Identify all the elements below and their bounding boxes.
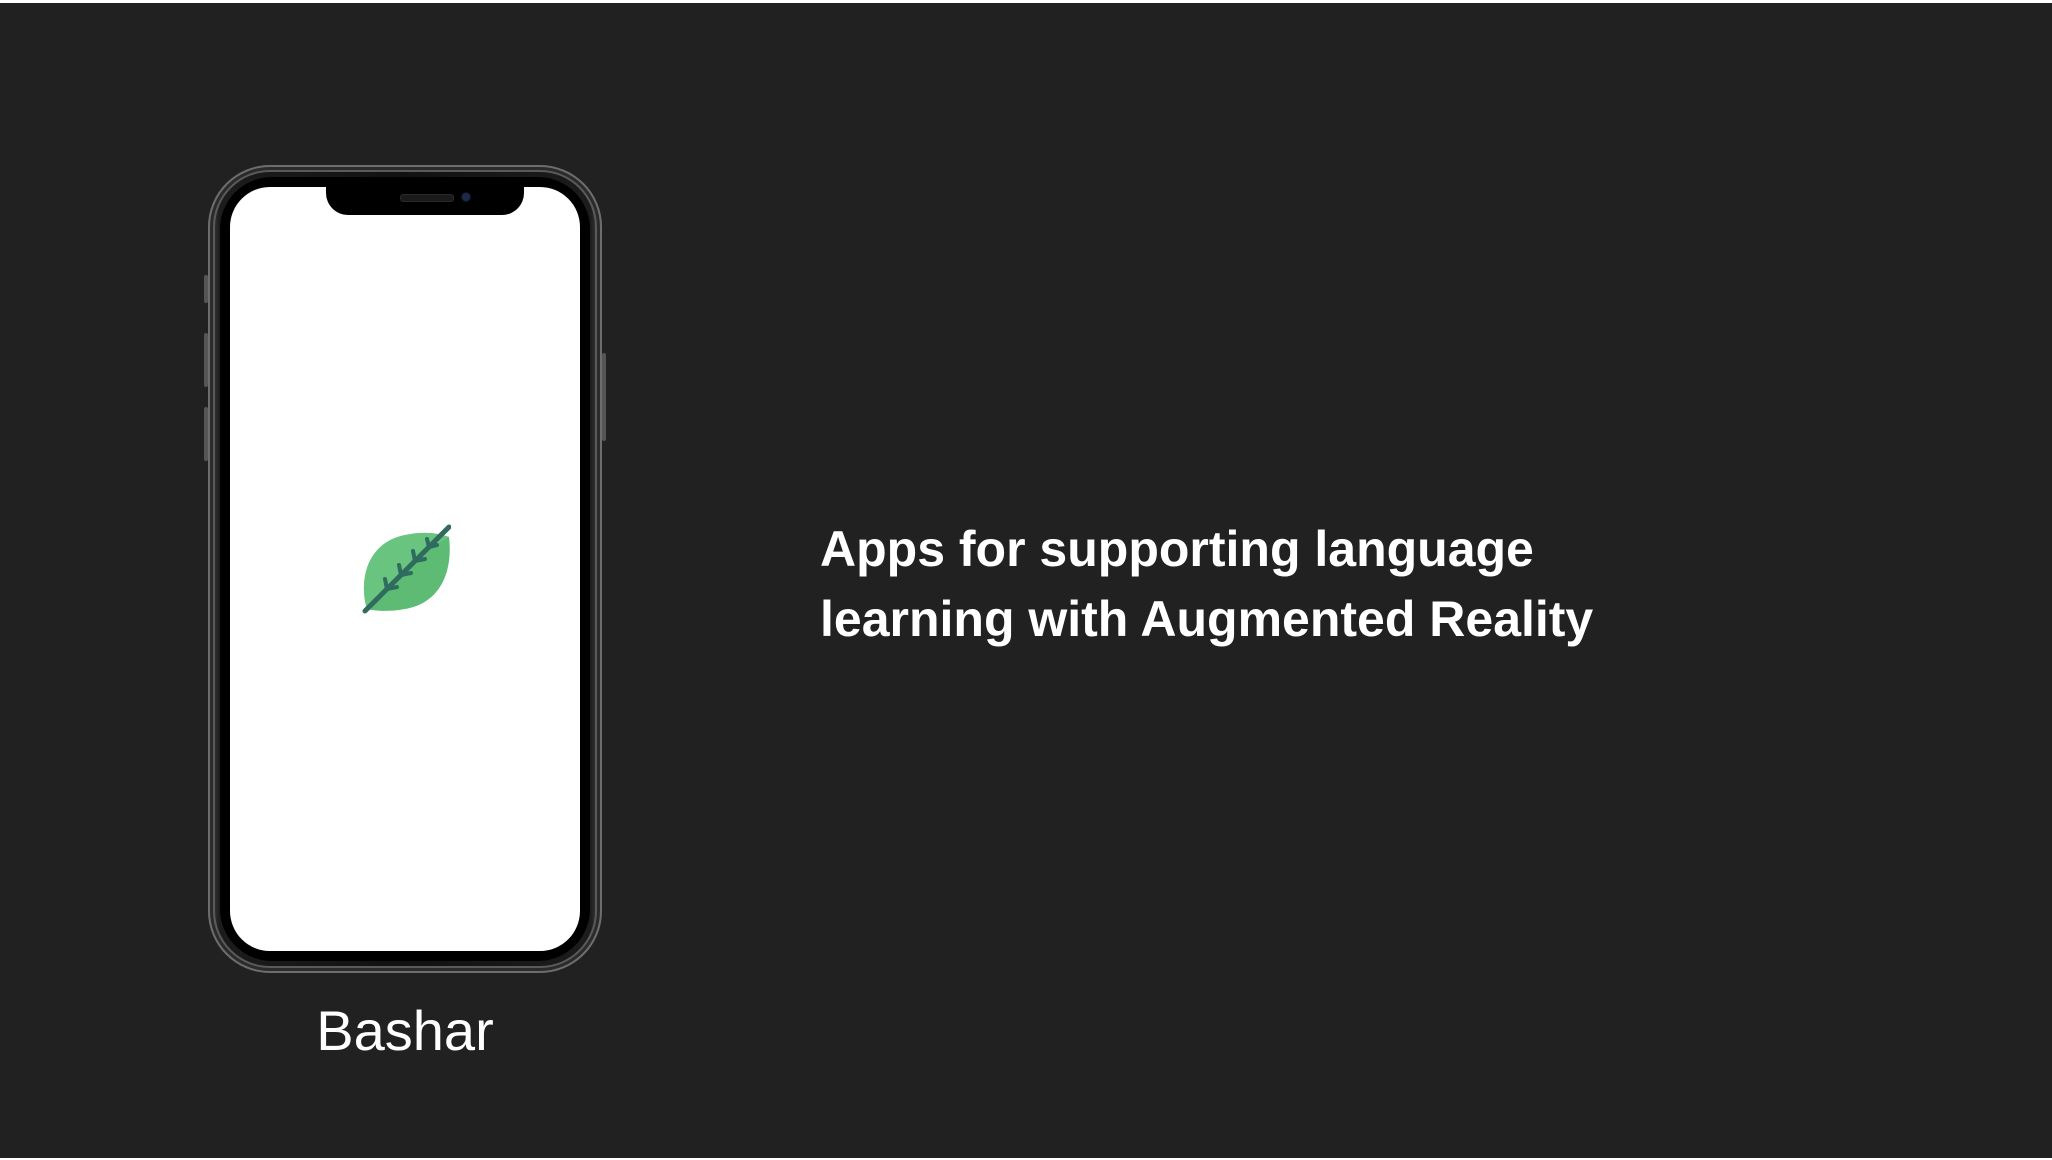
headline-line-2: learning with Augmented Reality [820,591,1594,647]
phone-silent-switch [204,275,208,303]
leaf-icon[interactable] [361,523,451,615]
phone-notch [326,187,524,215]
front-camera-icon [462,193,470,201]
speaker-grille [400,194,454,202]
headline-line-1: Apps for supporting language [820,521,1534,577]
phone-volume-down-button [204,407,208,461]
slide: Bashar Apps for supporting language lear… [0,3,2052,1158]
slide-headline: Apps for supporting language learning wi… [820,514,1820,654]
phone-volume-up-button [204,333,208,387]
device-owner-label: Bashar [316,999,494,1062]
phone-power-button [602,353,606,441]
